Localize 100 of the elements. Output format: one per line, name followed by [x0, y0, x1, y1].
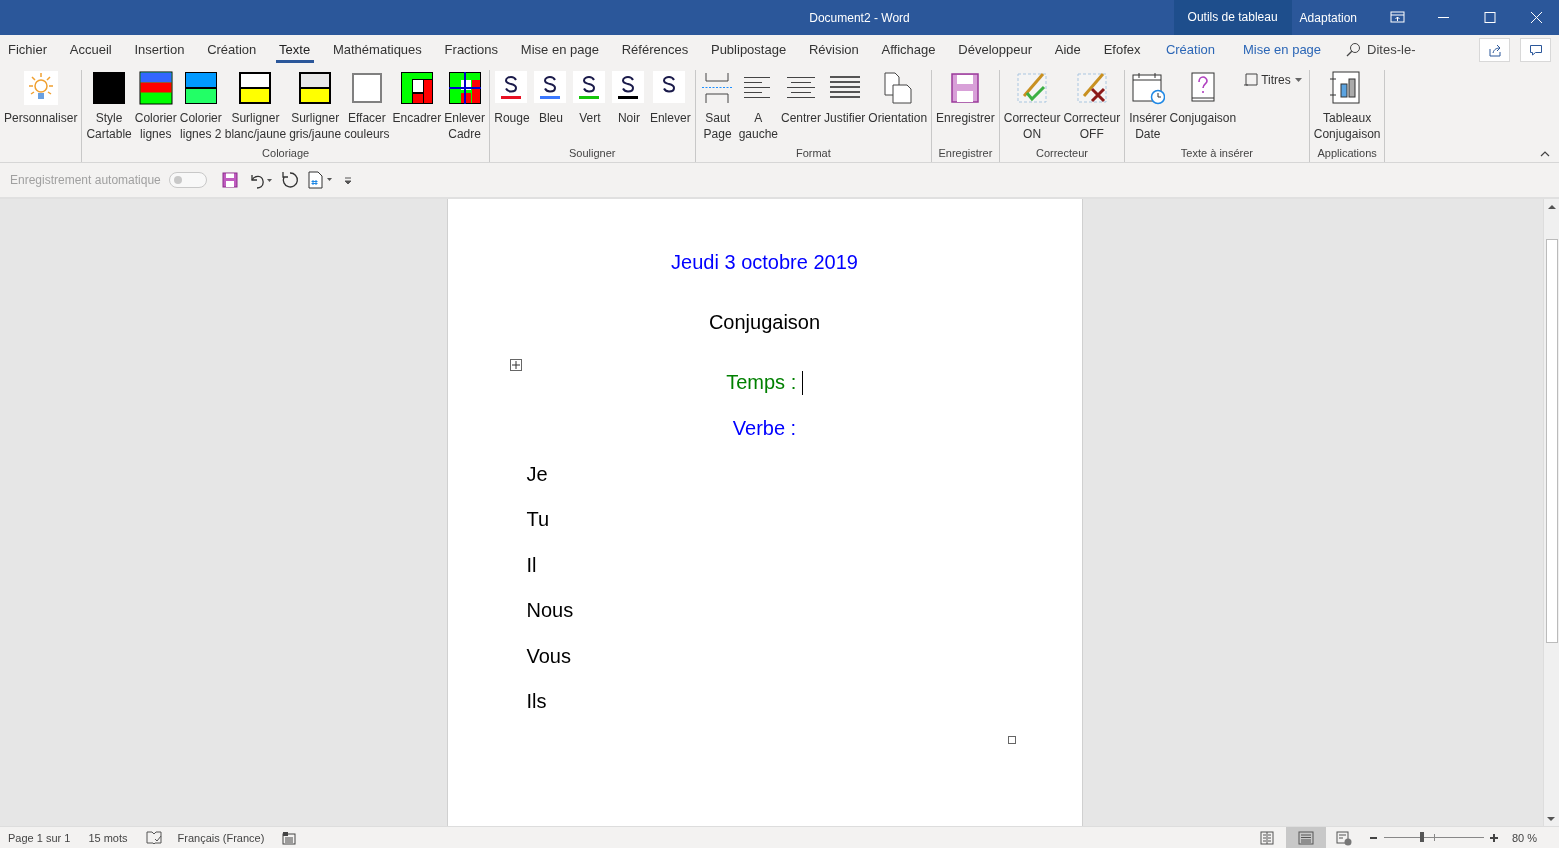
comments-button[interactable]: [1520, 37, 1551, 62]
caret-icon: [1294, 78, 1302, 82]
ribbon-button[interactable]: Rouge: [492, 70, 531, 127]
document-icon[interactable]: [306, 171, 335, 189]
ribbon-tab[interactable]: Références: [610, 35, 700, 64]
titles-dropdown-button[interactable]: Titres: [1238, 70, 1306, 90]
ribbon-button[interactable]: Surligner gris/jaune: [288, 70, 343, 143]
group-label: Applications: [1316, 147, 1378, 161]
ribbon-button[interactable]: Bleu: [531, 70, 570, 127]
ribbon-tab[interactable]: Affichage: [870, 35, 947, 64]
document-text: Verbe :: [732, 416, 797, 440]
redo-icon[interactable]: [280, 171, 299, 189]
document-text: Conjugaison: [708, 311, 821, 334]
ribbon-button[interactable]: Noir: [609, 70, 648, 127]
ribbon-tab[interactable]: Accueil: [58, 35, 124, 64]
group-label: Format: [794, 147, 832, 161]
macro-recording-icon[interactable]: [282, 830, 297, 845]
ribbon-button[interactable]: Saut Page: [698, 70, 737, 143]
table-resize-handle-icon[interactable]: [1007, 736, 1016, 744]
document-text: Ils: [526, 690, 547, 713]
scroll-up-icon[interactable]: [1546, 203, 1557, 211]
scrollbar-thumb[interactable]: [1546, 239, 1558, 643]
ribbon-tab[interactable]: Mathématiques: [321, 35, 434, 64]
vertical-scrollbar[interactable]: [1543, 199, 1559, 826]
ribbon-button[interactable]: Insérer Date: [1128, 70, 1168, 143]
ribbon-button[interactable]: Justifier: [823, 70, 867, 127]
word-count[interactable]: 15 mots: [88, 831, 128, 844]
highlight-swatch-icon: [238, 71, 273, 105]
group-label: Enregistrer: [937, 147, 994, 161]
ribbon-button[interactable]: Style Cartable: [85, 70, 133, 143]
autosave-toggle[interactable]: [168, 172, 207, 188]
ribbon-tab[interactable]: Création: [1151, 35, 1229, 64]
ribbon-button[interactable]: Conjugaison: [1168, 70, 1238, 127]
ribbon-tab[interactable]: Fractions: [433, 35, 510, 64]
ribbon-button[interactable]: Vert: [570, 70, 609, 127]
underlined-letter-icon: [572, 71, 607, 105]
ribbon-tab[interactable]: Aide: [1043, 35, 1093, 64]
web-layout-icon: [1334, 829, 1353, 846]
ribbon-button[interactable]: Colorier lignes 2: [178, 70, 223, 143]
highlight-swatch-icon: [298, 71, 333, 105]
search-icon: [1345, 41, 1362, 58]
ribbon-button[interactable]: Centrer: [780, 70, 822, 127]
ribbon-button[interactable]: A gauche: [737, 70, 779, 143]
ribbon-tab[interactable]: Texte: [267, 35, 322, 64]
ribbon-button[interactable]: Colorier lignes: [133, 70, 178, 143]
lightbulb-icon: [23, 71, 58, 105]
context-label: Outils de tableau: [1173, 0, 1292, 35]
ribbon-button[interactable]: Correcteur ON: [1002, 70, 1062, 143]
collapse-ribbon-icon[interactable]: [1540, 151, 1550, 157]
document-text: Tu: [526, 508, 550, 531]
share-icon: [1487, 42, 1502, 57]
document-text: Jeudi 3 octobre 2019: [671, 251, 858, 274]
ribbon-button[interactable]: Correcteur OFF: [1062, 70, 1122, 143]
zoom-level[interactable]: 80 %: [1511, 831, 1537, 844]
document-text: Nous: [526, 599, 574, 622]
ribbon-button[interactable]: Enregistrer: [935, 70, 996, 127]
view-button[interactable]: [1285, 827, 1326, 848]
ribbon-button[interactable]: Encadrer: [391, 70, 443, 127]
color-swatch-icon: [138, 71, 173, 105]
ribbon-button[interactable]: Enlever Cadre: [443, 70, 486, 143]
page-count[interactable]: Page 1 sur 1: [8, 831, 71, 844]
ribbon-button[interactable]: Tableaux Conjugaison: [1312, 70, 1382, 143]
letter-icon: [653, 71, 688, 105]
ribbon-button[interactable]: Effacer couleurs: [343, 70, 391, 143]
tell-me-field[interactable]: Dites-le-: [1367, 42, 1416, 57]
ribbon-button[interactable]: Orientation: [867, 70, 929, 127]
print-layout-icon: [1296, 829, 1315, 846]
save-icon[interactable]: [220, 171, 239, 189]
language-label[interactable]: Français (France): [177, 831, 265, 844]
frame-swatch-icon: [399, 71, 434, 105]
ribbon-button[interactable]: Enlever: [648, 70, 692, 127]
document-text: Vous: [526, 644, 571, 668]
table-move-handle-icon[interactable]: [509, 359, 522, 371]
empty-square-icon: [349, 71, 384, 105]
comment-icon: [1528, 42, 1543, 57]
ribbon-tab[interactable]: Révision: [797, 35, 871, 64]
zoom-in-icon[interactable]: [1489, 833, 1498, 842]
ribbon-button[interactable]: Surligner blanc/jaune: [223, 70, 288, 143]
color-swatch-icon: [92, 71, 127, 105]
ribbon-tab[interactable]: Publipostage: [699, 35, 798, 64]
ribbon-tab[interactable]: Efofex: [1092, 35, 1152, 64]
group-label: Texte à insérer: [1179, 147, 1254, 161]
account-name[interactable]: Adaptation: [1291, 10, 1375, 25]
window-title: Document2 - Word: [808, 10, 911, 25]
group-label: Coloriage: [261, 147, 311, 161]
ribbon-tab[interactable]: Fichier: [0, 35, 59, 64]
ribbon-button[interactable]: Personnaliser: [3, 70, 79, 127]
ribbon-tab[interactable]: Développeur: [946, 35, 1044, 64]
ribbon-tab[interactable]: Création: [195, 35, 268, 64]
scroll-down-icon[interactable]: [1546, 815, 1556, 823]
ribbon-tab[interactable]: Mise en page: [509, 35, 611, 64]
zoom-slider-thumb[interactable]: [1419, 832, 1424, 842]
calendar-clock-icon: [1130, 71, 1165, 105]
underlined-letter-icon: [611, 71, 646, 105]
document-text: Je: [526, 462, 548, 486]
ribbon-tab[interactable]: Mise en page: [1229, 35, 1336, 64]
document-text: Temps :: [726, 371, 798, 394]
group-label: Correcteur: [1034, 147, 1089, 161]
proofing-icon[interactable]: [145, 830, 162, 845]
ribbon-tab[interactable]: Insertion: [123, 35, 196, 64]
